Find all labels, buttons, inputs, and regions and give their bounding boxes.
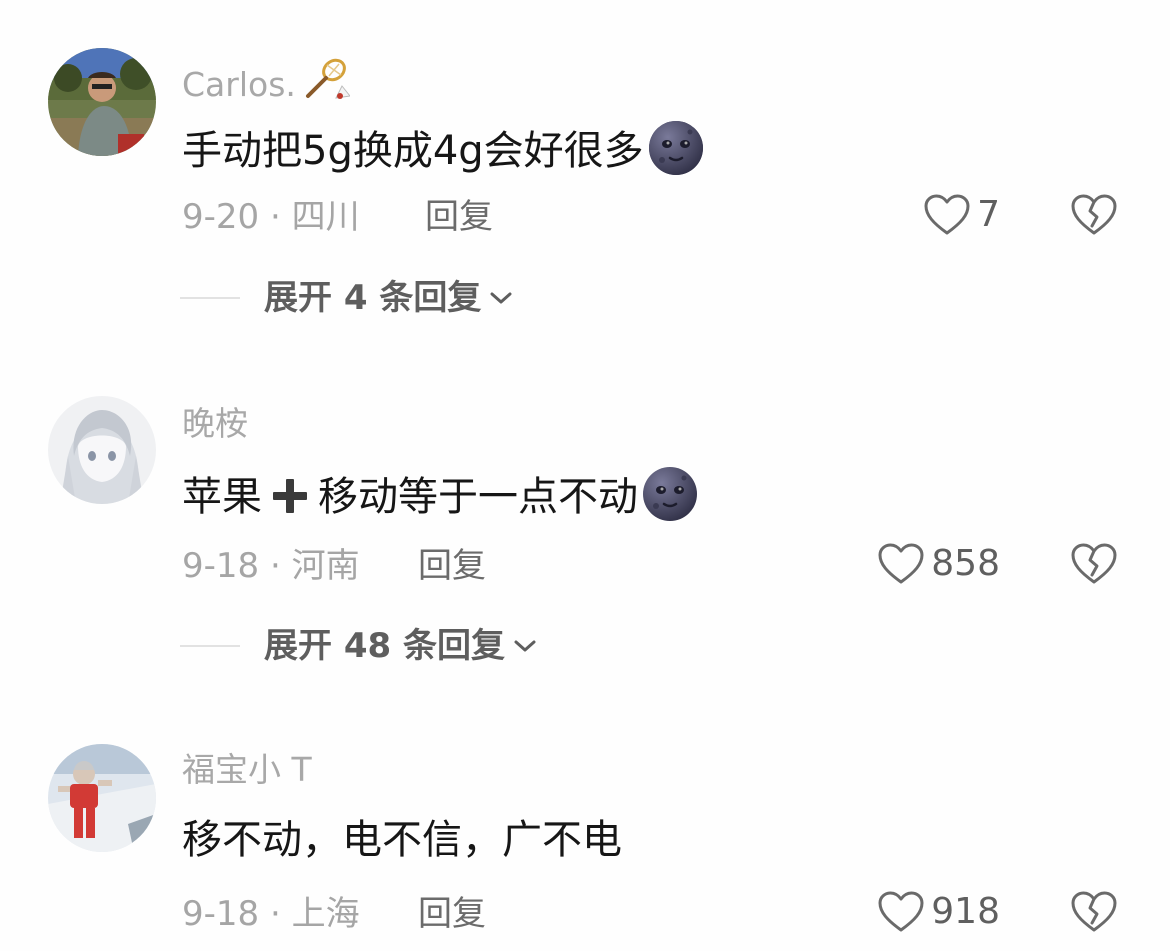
comment-list: Carlos. 手动把5g换成4g会好很多 9-20 · 四川 回复 7 展开 … <box>0 0 1170 951</box>
like-count: 918 <box>931 891 1000 932</box>
broken-heart-icon[interactable] <box>1070 890 1118 936</box>
avatar[interactable] <box>48 744 156 852</box>
date-location: 9-18 · 上海 <box>182 894 360 934</box>
comment-item: 福宝小 T 移不动，电不信，广不电 9-18 · 上海 回复 918 <box>0 0 1170 951</box>
like-button[interactable]: 918 <box>877 889 1000 935</box>
heart-icon <box>878 891 924 932</box>
username[interactable]: 福宝小 T <box>182 750 312 790</box>
reply-button[interactable]: 回复 <box>418 894 486 934</box>
comment-text: 移不动，电不信，广不电 <box>182 817 622 863</box>
